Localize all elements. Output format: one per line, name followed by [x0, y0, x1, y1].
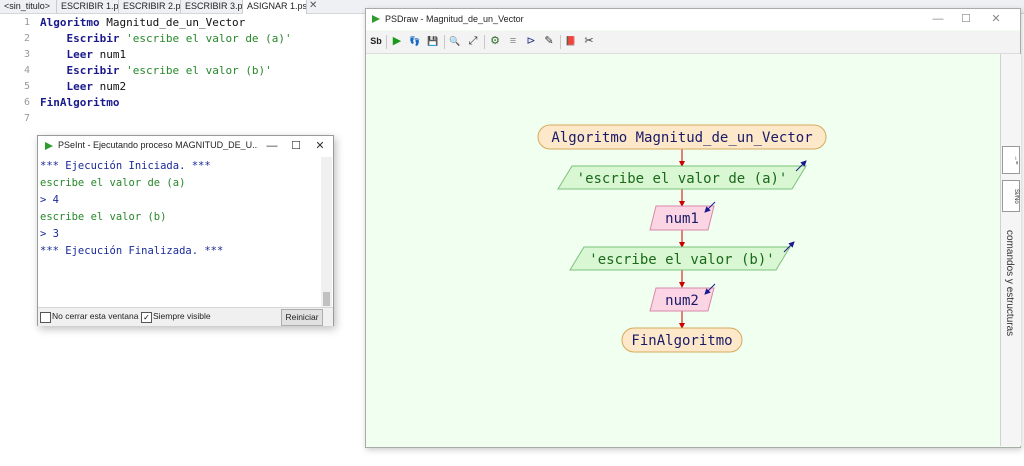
code-line: Escribir 'escribe el valor de (a)'	[40, 32, 292, 45]
reset-button[interactable]: Reiniciar	[281, 309, 323, 326]
console-line: *** Ejecución Finalizada. ***	[40, 245, 224, 257]
labels-icon[interactable]: ⊳	[523, 33, 539, 49]
execution-console-window: PSeInt - Ejecutando proceso MAGNITUD_DE_…	[37, 135, 334, 326]
line-number: 5	[23, 81, 30, 92]
keyword: Escribir	[40, 64, 120, 77]
tools-icon[interactable]: ✂	[581, 33, 597, 49]
console-line: > 4	[40, 194, 59, 206]
start-terminal-label: Algoritmo Magnitud_de_un_Vector	[551, 130, 812, 146]
code-line: Leer num1	[40, 48, 126, 61]
run-icon[interactable]: ▶	[389, 33, 405, 49]
keyword: FinAlgoritmo	[40, 96, 120, 109]
line-number: 7	[23, 113, 30, 124]
keyword: Leer	[40, 48, 93, 61]
flowchart-canvas[interactable]: Algoritmo Magnitud_de_un_Vector 'escribe…	[366, 54, 1000, 446]
close-tab-icon[interactable]: ✕	[309, 0, 317, 12]
side-panel-label[interactable]: comandos y estructuras	[1004, 230, 1015, 336]
if-tab[interactable]: Si/No	[1002, 180, 1020, 212]
no-close-checkbox[interactable]	[40, 312, 51, 323]
code-line: FinAlgoritmo	[40, 96, 119, 109]
line-number: 1	[23, 17, 30, 28]
maximize-button[interactable]: ☐	[956, 10, 976, 28]
always-visible-label: Siempre visible	[153, 311, 211, 321]
console-line: escribe el valor (b)	[40, 211, 167, 223]
style-icon[interactable]: ✎	[541, 33, 557, 49]
minimize-button[interactable]: —	[262, 137, 282, 155]
code-line: Algoritmo Magnitud_de_un_Vector	[40, 16, 245, 29]
input-block-label: num1	[665, 211, 699, 227]
fit-icon[interactable]: ⤢	[465, 33, 481, 49]
tab-escribir-3[interactable]: ESCRIBIR 3.psc	[181, 0, 243, 13]
tab-asignar-1[interactable]: ASIGNAR 1.psc*	[243, 0, 307, 14]
tab-escribir-2[interactable]: ESCRIBIR 2.psc	[119, 0, 181, 13]
code-line: Escribir 'escribe el valor (b)'	[40, 64, 272, 77]
tab-escribir-1[interactable]: ESCRIBIR 1.psc	[57, 0, 119, 13]
assign-tab[interactable]: →=	[1002, 146, 1020, 174]
input-block-label: num2	[665, 293, 699, 309]
pseint-app-icon	[45, 142, 53, 150]
scrollbar-thumb[interactable]	[323, 292, 330, 306]
console-footer: No cerrar esta ventana ✓ Siempre visible…	[38, 307, 333, 326]
comment-icon[interactable]: ≡	[505, 33, 521, 49]
tab-sin-titulo[interactable]: <sin_titulo>	[0, 0, 57, 13]
output-block-label: 'escribe el valor de (a)'	[577, 171, 788, 187]
maximize-button[interactable]: ☐	[286, 137, 306, 155]
text-mode-icon[interactable]: Sb	[368, 33, 384, 49]
flowchart: Algoritmo Magnitud_de_un_Vector 'escribe…	[537, 124, 827, 353]
no-close-label: No cerrar esta ventana	[52, 311, 139, 321]
console-scrollbar[interactable]	[321, 157, 332, 307]
output-block-label: 'escribe el valor (b)'	[589, 252, 774, 268]
line-number: 6	[23, 97, 30, 108]
export-icon[interactable]: 📕	[563, 33, 579, 49]
console-title-bar[interactable]: PSeInt - Ejecutando proceso MAGNITUD_DE_…	[38, 136, 333, 156]
console-title: PSeInt - Ejecutando proceso MAGNITUD_DE_…	[58, 140, 258, 150]
toolbar-separator	[386, 35, 387, 49]
code-line: Leer num2	[40, 80, 126, 93]
close-button[interactable]: ✕	[310, 137, 330, 155]
console-output[interactable]: *** Ejecución Iniciada. *** escribe el v…	[38, 157, 321, 307]
string-literal: 'escribe el valor (b)'	[119, 64, 272, 77]
psdraw-title: PSDraw - Magnitud_de_un_Vector	[385, 14, 524, 24]
console-line: escribe el valor de (a)	[40, 177, 186, 189]
close-button[interactable]: ✕	[986, 10, 1006, 28]
identifier: Magnitud_de_un_Vector	[99, 16, 246, 29]
console-line: > 3	[40, 228, 59, 240]
commands-side-panel[interactable]: →= Si/No comandos y estructuras	[1000, 54, 1021, 446]
line-number: 4	[23, 65, 30, 76]
minimize-button[interactable]: —	[928, 10, 948, 28]
identifier: num2	[92, 80, 127, 93]
step-icon[interactable]: 👣	[407, 33, 423, 49]
graph-icon[interactable]: ⚙	[487, 33, 503, 49]
line-number: 3	[23, 49, 30, 60]
save-icon[interactable]: 💾	[425, 33, 441, 49]
line-number: 2	[23, 33, 30, 44]
string-literal: 'escribe el valor de (a)'	[119, 32, 292, 45]
keyword: Leer	[40, 80, 93, 93]
toolbar-separator	[444, 35, 445, 49]
toolbar-separator	[484, 35, 485, 49]
console-line: *** Ejecución Iniciada. ***	[40, 160, 211, 172]
end-terminal-label: FinAlgoritmo	[631, 333, 732, 349]
keyword: Algoritmo	[40, 16, 100, 29]
pseint-app-icon	[372, 15, 380, 23]
zoom-icon[interactable]: 🔍	[447, 33, 463, 49]
psdraw-window: PSDraw - Magnitud_de_un_Vector — ☐ ✕ Sb …	[365, 8, 1021, 448]
always-visible-checkbox[interactable]: ✓	[141, 312, 152, 323]
toolbar-separator	[560, 35, 561, 49]
keyword: Escribir	[40, 32, 120, 45]
psdraw-toolbar: Sb ▶ 👣 💾 🔍 ⤢ ⚙ ≡ ⊳ ✎ 📕 ✂	[366, 31, 1020, 54]
psdraw-title-bar[interactable]: PSDraw - Magnitud_de_un_Vector — ☐ ✕	[366, 9, 1020, 30]
identifier: num1	[92, 48, 127, 61]
